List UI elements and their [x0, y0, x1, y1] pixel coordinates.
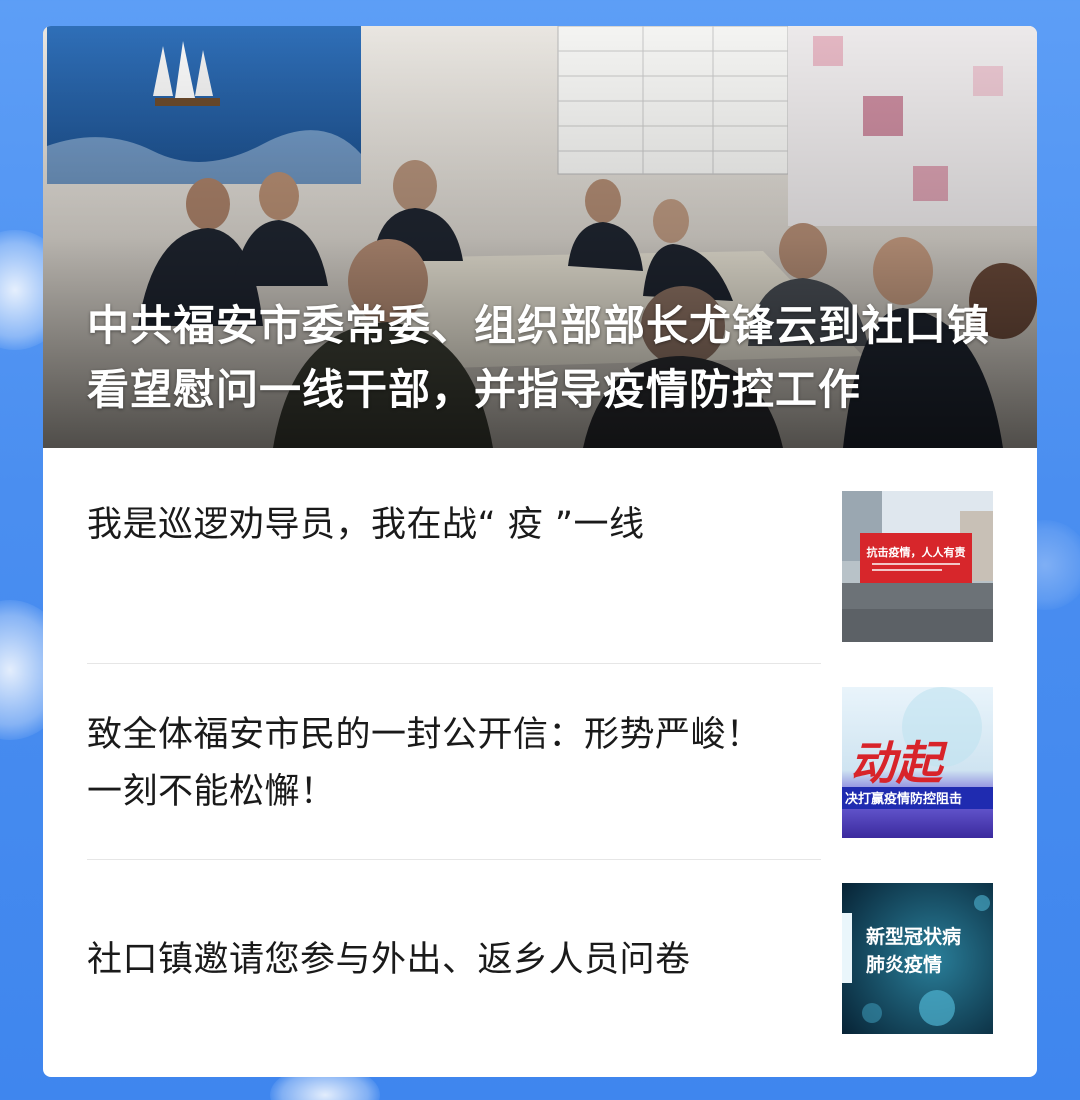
thumbnail-banner-text: 抗击疫情，人人有责 — [867, 545, 966, 559]
thumbnail-big-text: 动起 — [850, 736, 948, 790]
news-item-thumbnail: 动起 决打赢疫情防控阻击 — [842, 687, 993, 838]
hero-article[interactable]: 中共福安市委常委、组织部部长尤锋云到社口镇看望慰问一线干部，并指导疫情防控工作 — [43, 26, 1037, 448]
news-item-thumbnail: 新型冠状病 肺炎疫情 — [842, 883, 993, 1034]
thumbnail-line2: 肺炎疫情 — [866, 953, 942, 976]
news-item-title: 致全体福安市民的一封公开信：形势严峻！一刻不能松懈！ — [87, 715, 762, 812]
hero-title: 中共福安市委常委、组织部部长尤锋云到社口镇看望慰问一线干部，并指导疫情防控工作 — [87, 301, 991, 414]
news-item[interactable]: 我是巡逻劝导员，我在战“ 疫 ”一线 抗击疫情，人人有责 — [87, 448, 993, 642]
news-item-title: 我是巡逻劝导员，我在战“ 疫 ”一线 — [87, 504, 645, 545]
news-item[interactable]: 致全体福安市民的一封公开信：形势严峻！一刻不能松懈！ 动起 决打赢疫情防控阻击 — [87, 687, 993, 841]
thumbnail-sub-text: 决打赢疫情防控阻击 — [845, 791, 962, 807]
news-item[interactable]: 社口镇邀请您参与外出、返乡人员问卷 新型冠状病 肺炎疫情 — [87, 883, 993, 1037]
news-item-title: 社口镇邀请您参与外出、返乡人员问卷 — [87, 939, 691, 980]
divider — [87, 663, 821, 664]
news-card: 中共福安市委常委、组织部部长尤锋云到社口镇看望慰问一线干部，并指导疫情防控工作 … — [43, 26, 1037, 1077]
news-item-thumbnail: 抗击疫情，人人有责 — [842, 491, 993, 642]
thumbnail-line1: 新型冠状病 — [866, 925, 961, 948]
divider — [87, 859, 821, 860]
